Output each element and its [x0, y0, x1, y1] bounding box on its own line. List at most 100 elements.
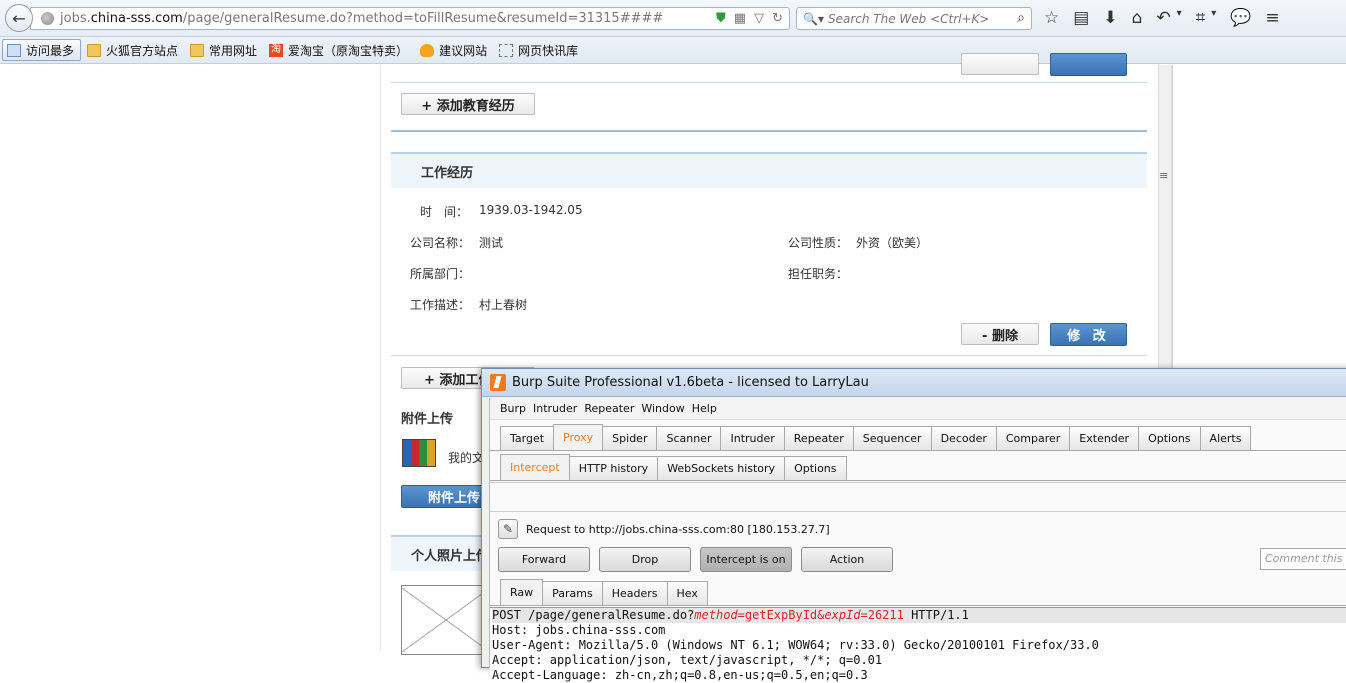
proxy-subtabs: Intercept HTTP history WebSockets histor… — [490, 454, 1346, 481]
search-engine-icon[interactable]: 🔍▾ — [803, 12, 824, 26]
search-go-icon[interactable]: ⌕ — [1017, 10, 1025, 26]
work-section-title: 工作经历 — [421, 165, 474, 181]
request-line-text: Request to http://jobs.china-sss.com:80 … — [526, 522, 830, 536]
back-button[interactable]: ← — [5, 4, 33, 32]
qr-code-icon[interactable]: ▦ — [734, 11, 746, 26]
web-slice-icon — [499, 43, 514, 57]
pencil-icon[interactable]: ✎ — [498, 519, 518, 539]
bookmark-taobao[interactable]: 淘 爱淘宝（原淘宝特卖） — [265, 39, 414, 61]
bookmark-star-icon[interactable]: ☆ — [1044, 8, 1059, 28]
site-identity-icon[interactable] — [41, 12, 54, 25]
chat-icon[interactable]: 💬 — [1230, 8, 1251, 28]
menu-repeater[interactable]: Repeater — [584, 402, 634, 415]
delete-button[interactable]: - 删除 — [961, 323, 1039, 345]
raw-line-accept-language: Accept-Language: zh-cn,zh;q=0.8,en-us;q=… — [492, 668, 868, 682]
request-info: ✎ Request to http://jobs.china-sss.com:8… — [498, 519, 830, 539]
intercept-divider — [490, 511, 1346, 512]
back-arrow-icon: ← — [12, 8, 26, 28]
drop-button[interactable]: Drop — [599, 547, 691, 572]
action-button[interactable]: Action — [801, 547, 893, 572]
raw-line-accept: Accept: application/json, text/javascrip… — [492, 653, 883, 667]
burp-suite-window[interactable]: Burp Suite Professional v1.6beta - licen… — [481, 368, 1346, 682]
download-icon[interactable]: ⬇ — [1103, 8, 1117, 28]
bookmarks-list-icon[interactable]: ▤ — [1073, 8, 1089, 28]
view-tab-raw[interactable]: Raw — [500, 579, 544, 605]
bookmarks-bar: 访问最多 火狐官方站点 常用网址 淘 爱淘宝（原淘宝特卖） 建议网站 网页快讯库 — [0, 37, 1346, 64]
tab-repeater[interactable]: Repeater — [783, 426, 854, 450]
divider — [391, 82, 1147, 83]
intercept-toggle-button[interactable]: Intercept is on — [700, 547, 792, 572]
taobao-icon: 淘 — [269, 43, 284, 57]
company-value: 测试 — [479, 236, 504, 250]
url-path: /page/generalResume.do?method=toFillResu… — [182, 11, 664, 26]
dropdown-arrow-icon[interactable]: ▽ — [754, 11, 764, 26]
tab-decoder[interactable]: Decoder — [930, 426, 997, 450]
subtab-options[interactable]: Options — [784, 456, 847, 480]
browser-nav-bar: jobs. china-sss.com/page/generalResume.do… — [0, 0, 1346, 37]
shield-icon[interactable]: ⛊ — [716, 11, 726, 26]
company-label: 公司名称： — [410, 236, 471, 250]
bookmark-label: 网页快讯库 — [518, 43, 579, 58]
attachment-title: 附件上传 — [401, 412, 454, 427]
subtab-intercept[interactable]: Intercept — [500, 454, 570, 480]
work-section-header: 工作经历 — [391, 152, 1147, 188]
tab-options[interactable]: Options — [1138, 426, 1201, 450]
crop-dropdown-icon[interactable]: ▾ — [1211, 8, 1216, 28]
bookmark-suggested-sites[interactable]: 建议网站 — [416, 39, 493, 61]
burp-main-tabs: Target Proxy Spider Scanner Intruder Rep… — [490, 424, 1346, 451]
undo-dropdown-icon[interactable]: ▾ — [1177, 8, 1182, 28]
tab-alerts[interactable]: Alerts — [1199, 426, 1252, 450]
divider — [391, 130, 1147, 132]
menu-window[interactable]: Window — [641, 402, 684, 415]
url-bar[interactable]: jobs. china-sss.com/page/generalResume.do… — [30, 7, 790, 30]
param-value: getExpById — [744, 608, 818, 622]
tab-intruder[interactable]: Intruder — [720, 426, 785, 450]
burp-logo-icon — [490, 374, 506, 391]
reload-icon[interactable]: ↻ — [772, 11, 783, 26]
time-value: 1939.03-1942.05 — [479, 203, 583, 217]
comment-input[interactable]: Comment this item — [1260, 548, 1346, 570]
home-icon[interactable]: ⌂ — [1132, 8, 1143, 28]
param-name: method — [694, 608, 738, 622]
crop-icon[interactable]: ⌗ — [1196, 8, 1206, 28]
tab-spider[interactable]: Spider — [602, 426, 658, 450]
bookmark-common-urls[interactable]: 常用网址 — [186, 39, 263, 61]
undo-icon[interactable]: ↶ — [1156, 8, 1170, 28]
search-placeholder: Search The Web <Ctrl+K> — [827, 11, 990, 26]
tab-sequencer[interactable]: Sequencer — [852, 426, 932, 450]
view-tab-headers[interactable]: Headers — [601, 581, 668, 605]
most-visited-icon — [7, 43, 21, 57]
previous-delete-button[interactable] — [961, 53, 1039, 75]
raw-request-editor[interactable]: POST /page/generalResume.do?method=getEx… — [490, 607, 1346, 682]
subtab-http-history[interactable]: HTTP history — [568, 456, 659, 480]
view-tab-params[interactable]: Params — [542, 581, 603, 605]
tab-extender[interactable]: Extender — [1069, 426, 1140, 450]
tab-target[interactable]: Target — [500, 426, 555, 450]
bookmark-most-visited[interactable]: 访问最多 — [2, 39, 82, 61]
url-prefix: jobs. — [60, 11, 91, 26]
photo-section-title: 个人照片上传 — [411, 548, 490, 564]
description-value: 村上春树 — [479, 298, 528, 312]
menu-intruder[interactable]: Intruder — [533, 402, 577, 415]
attachment-upload-label: 附件上传 — [428, 491, 481, 506]
scrollbar-grip-icon[interactable]: ≡ — [1159, 169, 1168, 182]
message-view-tabs: Raw Params Headers Hex — [490, 579, 1346, 606]
subtab-websockets-history[interactable]: WebSockets history — [657, 456, 786, 480]
burp-title-bar[interactable]: Burp Suite Professional v1.6beta - licen… — [482, 369, 1346, 397]
tab-comparer[interactable]: Comparer — [995, 426, 1071, 450]
bookmark-firefox-sites[interactable]: 火狐官方站点 — [83, 39, 184, 61]
previous-edit-button[interactable] — [1050, 53, 1127, 76]
search-input[interactable]: 🔍▾ Search The Web <Ctrl+K> ⌕ — [796, 7, 1032, 30]
bookmark-label: 常用网址 — [209, 43, 258, 58]
tab-scanner[interactable]: Scanner — [656, 426, 722, 450]
bookmark-web-slices[interactable]: 网页快讯库 — [495, 39, 584, 61]
forward-button[interactable]: Forward — [498, 547, 590, 572]
menu-burp[interactable]: Burp — [500, 402, 526, 415]
menu-help[interactable]: Help — [692, 402, 717, 415]
view-tab-hex[interactable]: Hex — [666, 581, 708, 605]
menu-icon[interactable]: ≡ — [1265, 8, 1279, 28]
url-host: china-sss.com — [90, 11, 183, 26]
add-education-button[interactable]: + 添加教育经历 — [401, 93, 535, 115]
edit-button[interactable]: 修 改 — [1050, 323, 1127, 346]
tab-proxy[interactable]: Proxy — [553, 424, 604, 450]
